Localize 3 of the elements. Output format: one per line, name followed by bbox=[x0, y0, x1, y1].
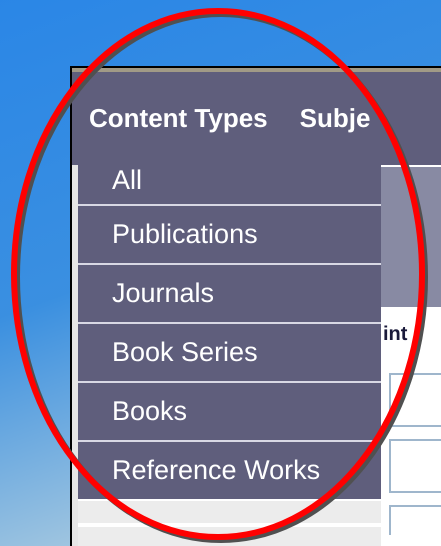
nav-link[interactable]: Subje bbox=[300, 99, 370, 138]
section-heading: int bbox=[382, 322, 408, 347]
nav-link[interactable]: Content Types bbox=[89, 99, 268, 138]
